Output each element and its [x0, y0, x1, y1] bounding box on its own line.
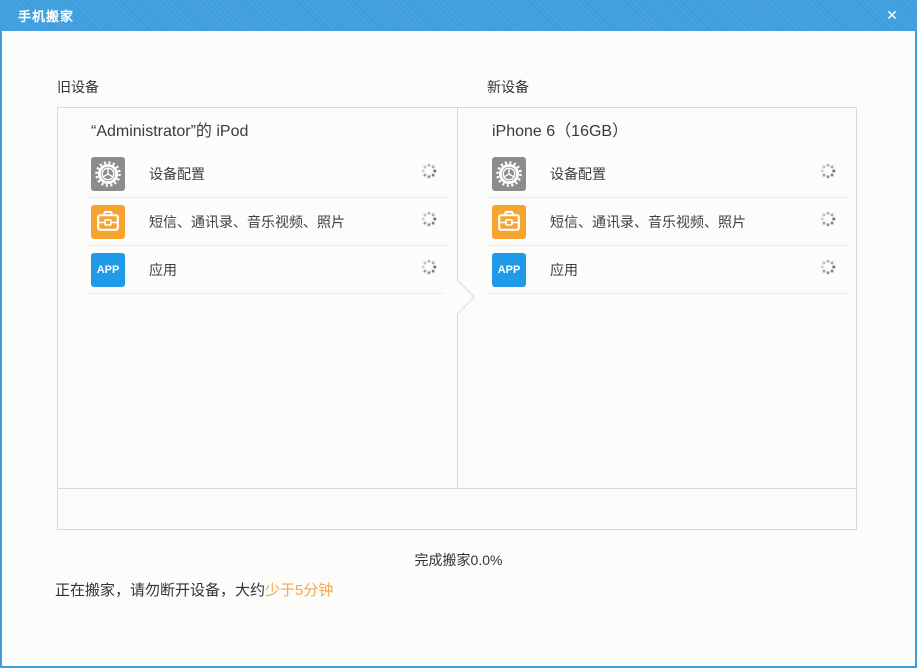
loading-spinner-icon [421, 163, 437, 184]
close-icon[interactable]: ✕ [879, 0, 905, 31]
new-device-name: iPhone 6（16GB） [492, 117, 628, 141]
row-label: 设备配置 [149, 164, 205, 184]
row-label: 设备配置 [550, 164, 606, 184]
loading-spinner-icon [421, 211, 437, 232]
transfer-row-media: 短信、通讯录、音乐视频、照片 [86, 198, 449, 246]
loading-spinner-icon [820, 259, 836, 280]
new-device-panel: iPhone 6（16GB） 设备配置 [459, 108, 856, 488]
status-text: 正在搬家，请勿断开设备，大约少于5分钟 [55, 579, 333, 600]
transfer-box: “Administrator”的 iPod 设备配置 [57, 107, 857, 530]
transfer-row-device-config: 设备配置 [487, 150, 848, 198]
old-device-name: “Administrator”的 iPod [91, 117, 248, 141]
loading-spinner-icon [820, 163, 836, 184]
bottom-strip-divider [58, 488, 856, 489]
new-device-rows: 设备配置 [459, 150, 856, 294]
row-label: 短信、通讯录、音乐视频、照片 [550, 212, 746, 232]
phone-mover-window: 手机搬家 ✕ 旧设备 新设备 “Administrator”的 iPod [0, 0, 917, 668]
row-label: 应用 [550, 260, 578, 280]
status-time-remaining: 少于5分钟 [265, 582, 333, 599]
new-device-label: 新设备 [487, 77, 529, 97]
gear-icon [492, 157, 526, 191]
row-label: 短信、通讯录、音乐视频、照片 [149, 212, 345, 232]
app-icon: APP [91, 253, 125, 287]
old-device-panel: “Administrator”的 iPod 设备配置 [58, 108, 458, 488]
old-device-label: 旧设备 [57, 77, 99, 97]
titlebar[interactable]: 手机搬家 ✕ [0, 0, 917, 31]
transfer-row-device-config: 设备配置 [86, 150, 449, 198]
transfer-row-apps: APP 应用 [487, 246, 848, 294]
briefcase-icon [492, 205, 526, 239]
progress-percent-text: 完成搬家0.0% [2, 550, 915, 570]
loading-spinner-icon [820, 211, 836, 232]
window-title: 手机搬家 [0, 6, 74, 25]
briefcase-icon [91, 205, 125, 239]
row-label: 应用 [149, 260, 177, 280]
main-content: 旧设备 新设备 “Administrator”的 iPod [2, 31, 915, 666]
transfer-row-apps: APP 应用 [86, 246, 449, 294]
transfer-row-media: 短信、通讯录、音乐视频、照片 [487, 198, 848, 246]
app-icon: APP [492, 253, 526, 287]
status-prefix: 正在搬家，请勿断开设备，大约 [55, 582, 265, 599]
loading-spinner-icon [421, 259, 437, 280]
gear-icon [91, 157, 125, 191]
old-device-rows: 设备配置 [58, 150, 457, 294]
